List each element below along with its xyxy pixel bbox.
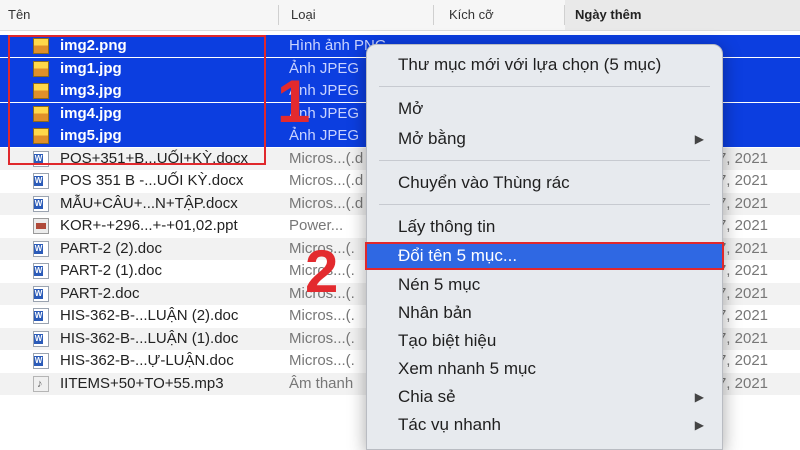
file-name: HIS-362-B-...Ự-LUẬN.doc — [60, 352, 234, 369]
file-name: PART-2 (1).doc — [60, 262, 162, 279]
menu-item[interactable]: Nhân bản — [367, 301, 722, 325]
menu-item-label: Thư mục mới với lựa chọn (5 mục) — [398, 55, 662, 74]
menu-item[interactable]: Nén 5 mục — [367, 273, 722, 297]
audio-file-icon — [33, 375, 49, 392]
menu-separator — [379, 160, 710, 161]
step-1-label: 1 — [277, 68, 311, 135]
file-name: IITEMS+50+TO+55.mp3 — [60, 374, 224, 392]
menu-item[interactable]: Chuyển vào Thùng rác — [367, 171, 722, 195]
word-document-icon — [33, 330, 49, 347]
menu-item-label: Nhân bản — [398, 303, 472, 322]
file-name: HIS-362-B-...LUẬN (2).doc — [60, 307, 239, 324]
menu-separator — [379, 204, 710, 205]
menu-separator — [379, 86, 710, 87]
file-name: HIS-362-B-...LUẬN (1).doc — [60, 329, 239, 347]
menu-item-label: Xem nhanh 5 mục — [398, 359, 536, 378]
menu-item-label: Lấy thông tin — [398, 217, 496, 236]
menu-item[interactable]: Mở — [367, 97, 722, 121]
menu-item-label: Đổi tên 5 mục... — [398, 246, 518, 265]
file-name: PART-2.doc — [60, 284, 140, 302]
menu-item[interactable]: Mở bằng ▶ — [367, 127, 722, 151]
menu-item-label: Mở bằng — [398, 129, 466, 148]
menu-item-label: Tạo biệt hiệu — [398, 331, 497, 350]
file-name: PART-2 (2).doc — [60, 239, 162, 257]
menu-item-label: Chia sẻ — [398, 387, 456, 406]
column-divider[interactable] — [278, 5, 279, 25]
column-divider[interactable] — [433, 5, 434, 25]
word-document-icon — [33, 353, 49, 369]
file-name: MẪU+CÂU+...N+TẬP.docx — [60, 194, 238, 212]
menu-item-label: Mở — [398, 99, 424, 118]
menu-item-label: Chuyển vào Thùng rác — [398, 173, 570, 192]
column-header-name[interactable]: Tên — [0, 0, 278, 30]
column-header-size[interactable]: Kích cỡ — [441, 0, 564, 30]
word-document-icon — [33, 240, 49, 257]
column-header-bar: Tên Loại Kích cỡ Ngày thêm — [0, 0, 800, 31]
column-header-kind[interactable]: Loại — [283, 0, 433, 30]
word-document-icon — [33, 285, 49, 302]
step-2-label: 2 — [305, 238, 339, 305]
submenu-arrow-icon: ▶ — [694, 132, 704, 146]
file-name: KOR+-+296...+-+01,02.ppt — [60, 217, 238, 234]
powerpoint-icon — [33, 218, 49, 234]
word-document-icon — [33, 263, 49, 279]
word-document-icon — [33, 195, 49, 212]
word-document-icon — [33, 173, 49, 189]
submenu-arrow-icon: ▶ — [694, 390, 704, 404]
menu-item[interactable]: Chia sẻ ▶ — [367, 385, 722, 409]
menu-item[interactable]: Tác vụ nhanh ▶ — [367, 413, 722, 437]
selection-annotation-box — [8, 35, 266, 165]
menu-item-label: Nén 5 mục — [398, 275, 481, 294]
column-header-date-added[interactable]: Ngày thêm — [565, 0, 800, 30]
menu-item[interactable]: Thư mục mới với lựa chọn (5 mục) — [367, 53, 722, 77]
menu-item[interactable]: Xem nhanh 5 mục — [367, 357, 722, 381]
menu-item[interactable]: Lấy thông tin — [367, 215, 722, 239]
file-name: POS 351 B -...UỐI KỲ.docx — [60, 172, 244, 189]
menu-item-label: Tác vụ nhanh — [398, 415, 502, 434]
context-menu: Thư mục mới với lựa chọn (5 mục) Mở Mở bằn… — [365, 44, 724, 450]
menu-item[interactable]: Đổi tên 5 mục... — [365, 242, 724, 270]
menu-item[interactable]: Tạo biệt hiệu — [367, 329, 722, 353]
submenu-arrow-icon: ▶ — [694, 418, 704, 432]
word-document-icon — [33, 308, 49, 324]
